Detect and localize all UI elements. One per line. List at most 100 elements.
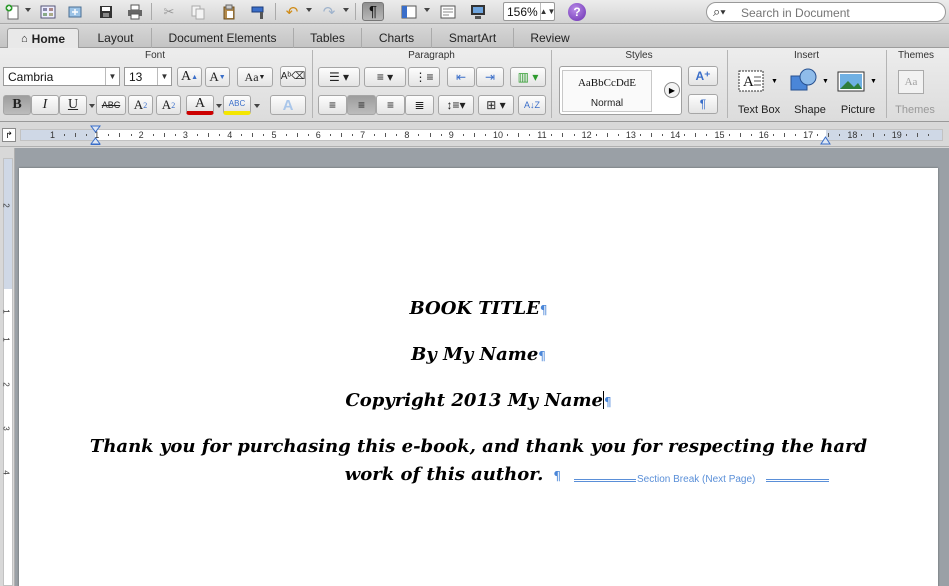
search-icon[interactable]: ⌕▾ bbox=[713, 4, 726, 20]
chevron-down-icon[interactable]: ▼ bbox=[157, 68, 171, 85]
sidebar-icon[interactable] bbox=[398, 2, 420, 21]
highlight-menu-icon[interactable] bbox=[254, 104, 260, 108]
insert-text-box[interactable]: A ▼ Text Box bbox=[733, 66, 785, 116]
italic-button[interactable]: I bbox=[31, 95, 59, 115]
insert-picture[interactable]: ▼ Picture bbox=[832, 66, 884, 116]
doc-line-thanks-1[interactable]: Thank you for purchasing this e-book, an… bbox=[19, 436, 938, 457]
tab-review[interactable]: Review bbox=[514, 28, 586, 48]
show-formatting-icon[interactable]: ¶ bbox=[362, 2, 384, 21]
undo-menu-icon[interactable] bbox=[306, 8, 312, 12]
align-right-button[interactable]: ≡ bbox=[376, 95, 405, 115]
arrow-down-icon: ▼ bbox=[218, 73, 226, 81]
ruler-number: 2 bbox=[138, 130, 144, 140]
open-icon[interactable] bbox=[64, 2, 86, 21]
right-indent-marker-icon[interactable] bbox=[820, 133, 831, 145]
pilcrow-icon: ¶ bbox=[603, 395, 612, 409]
copy-icon[interactable] bbox=[187, 2, 209, 21]
decrease-indent-button[interactable]: ⇤ bbox=[447, 67, 475, 87]
line-spacing-button[interactable]: ↕≡▾ bbox=[438, 95, 474, 115]
themes-button[interactable]: Aa Themes bbox=[890, 66, 940, 116]
search-field[interactable]: ⌕▾ bbox=[706, 2, 946, 22]
tab-smartart[interactable]: SmartArt bbox=[432, 28, 514, 48]
ruler-tick bbox=[795, 134, 797, 136]
redo-icon[interactable]: ↷ bbox=[318, 2, 340, 21]
chevron-right-icon[interactable]: ▶ bbox=[664, 82, 680, 98]
tab-tables[interactable]: Tables bbox=[294, 28, 362, 48]
tab-home[interactable]: ⌂ Home bbox=[7, 28, 79, 48]
ribbon-divider bbox=[727, 50, 728, 118]
media-browser-icon[interactable] bbox=[467, 2, 489, 21]
ruler-tick bbox=[75, 133, 77, 137]
clear-formatting-button[interactable]: Aᵇ⌫ bbox=[280, 66, 306, 87]
styles-gallery[interactable]: AaBbCcDdE Normal ▶ bbox=[559, 66, 682, 115]
multilevel-list-button[interactable]: ⋮≡ bbox=[408, 67, 440, 87]
bold-button[interactable]: B bbox=[3, 95, 31, 115]
ruler-tick bbox=[296, 133, 298, 137]
styles-manage-button[interactable]: ¶ bbox=[688, 94, 718, 114]
insert-shape[interactable]: ▼ Shape bbox=[784, 66, 836, 116]
increase-indent-button[interactable]: ⇥ bbox=[476, 67, 504, 87]
save-icon[interactable] bbox=[95, 2, 117, 21]
styles-pane-button[interactable]: A⁺ bbox=[688, 66, 718, 86]
align-center-button[interactable]: ≡ bbox=[347, 95, 376, 115]
underline-menu-icon[interactable] bbox=[89, 104, 95, 108]
change-case-button[interactable]: Aa ▼ bbox=[237, 67, 273, 87]
templates-icon[interactable] bbox=[37, 2, 59, 21]
doc-line-author[interactable]: By My Name¶ bbox=[19, 344, 938, 365]
text-effects-button[interactable]: A bbox=[270, 95, 306, 115]
vertical-ruler-strip[interactable]: 2 1 1 2 3 4 bbox=[1, 158, 13, 586]
cut-icon[interactable]: ✂ bbox=[158, 2, 180, 21]
gallery-icon[interactable] bbox=[437, 2, 459, 21]
underline-button[interactable]: U bbox=[59, 95, 87, 115]
strikethrough-button[interactable]: ABC bbox=[96, 95, 126, 115]
numbered-list-icon: ≡ ▾ bbox=[376, 70, 394, 84]
tab-layout[interactable]: Layout bbox=[80, 28, 152, 48]
columns-button[interactable]: ▥ ▾ bbox=[510, 67, 546, 87]
zoom-select[interactable]: 156% ▲▼ bbox=[503, 2, 555, 21]
undo-icon[interactable]: ↶ bbox=[281, 2, 303, 21]
ruler-tick bbox=[352, 134, 354, 136]
borders-button[interactable]: ⊞ ▾ bbox=[478, 95, 514, 115]
search-input[interactable] bbox=[741, 5, 941, 20]
redo-menu-icon[interactable] bbox=[343, 8, 349, 12]
new-document-menu-icon[interactable] bbox=[25, 8, 31, 12]
ruler-tick bbox=[651, 133, 653, 137]
sort-button[interactable]: A↓Z bbox=[518, 95, 546, 115]
font-color-button[interactable]: A bbox=[186, 95, 214, 115]
doc-line-thanks-2[interactable]: work of this author. ¶ bbox=[19, 464, 579, 485]
new-document-icon[interactable] bbox=[2, 2, 24, 21]
zoom-arrow-icon[interactable]: ▲▼ bbox=[540, 3, 555, 20]
subscript-button[interactable]: A2 bbox=[156, 95, 181, 115]
document-page[interactable]: BOOK TITLE¶ By My Name¶ Copyright 2013 M… bbox=[19, 168, 938, 586]
font-name-select[interactable]: Cambria ▼ bbox=[3, 67, 120, 86]
ruler-strip[interactable]: 1 1 2 3 4 5 6 7 8 9 10 11 12 13 14 15 16 17 18 19 bbox=[20, 129, 943, 141]
sidebar-menu-icon[interactable] bbox=[424, 8, 430, 12]
help-icon[interactable]: ? bbox=[568, 3, 586, 21]
highlight-button[interactable]: ABC bbox=[223, 95, 251, 115]
font-size-select[interactable]: 13 ▼ bbox=[124, 67, 172, 86]
font-color-menu-icon[interactable] bbox=[216, 104, 222, 108]
grow-font-button[interactable]: A ▲ bbox=[177, 67, 202, 87]
numbering-button[interactable]: ≡ ▾ bbox=[364, 67, 406, 87]
format-painter-icon[interactable] bbox=[248, 2, 270, 21]
ruler-tick bbox=[872, 133, 874, 137]
indent-marker-icon[interactable] bbox=[90, 125, 101, 145]
shape-icon bbox=[790, 68, 817, 91]
justify-button[interactable]: ≣ bbox=[405, 95, 434, 115]
paste-icon[interactable] bbox=[218, 2, 240, 21]
shrink-font-button[interactable]: A ▼ bbox=[205, 67, 230, 87]
doc-line-title[interactable]: BOOK TITLE¶ bbox=[19, 298, 938, 319]
tab-document-elements[interactable]: Document Elements bbox=[152, 28, 294, 48]
style-normal[interactable]: AaBbCcDdE Normal bbox=[562, 70, 652, 112]
tab-selector-icon[interactable]: ↱ bbox=[2, 128, 16, 142]
tab-charts[interactable]: Charts bbox=[362, 28, 432, 48]
align-left-button[interactable]: ≡ bbox=[318, 95, 347, 115]
vertical-ruler-number: 2 bbox=[1, 382, 11, 387]
print-icon[interactable] bbox=[124, 2, 146, 21]
bullets-button[interactable]: ☰ ▾ bbox=[318, 67, 360, 87]
doc-line-copyright[interactable]: Copyright 2013 My Name¶ bbox=[19, 390, 938, 411]
chevron-down-icon[interactable]: ▼ bbox=[105, 68, 119, 85]
ruler-tick bbox=[473, 133, 475, 137]
superscript-button[interactable]: A2 bbox=[128, 95, 153, 115]
align-left-icon: ≡ bbox=[328, 98, 336, 112]
